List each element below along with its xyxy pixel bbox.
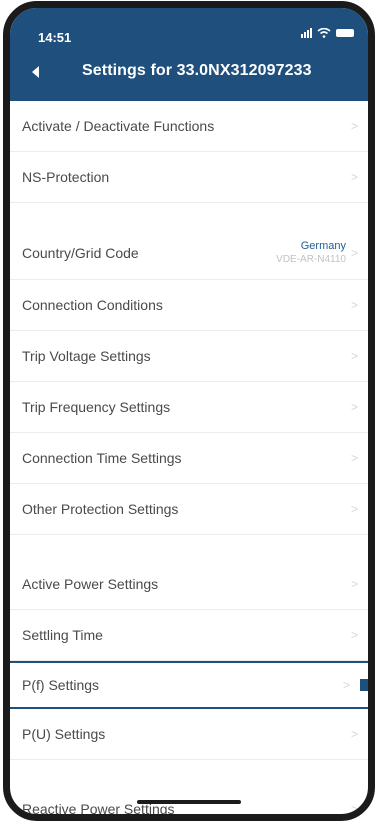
signal-icon — [301, 28, 312, 38]
list-item-pu-settings[interactable]: P(U) Settings > — [10, 709, 368, 760]
chevron-right-icon: > — [350, 246, 358, 260]
home-indicator[interactable] — [137, 800, 241, 804]
settings-list: Activate / Deactivate Functions > NS-Pro… — [10, 101, 368, 816]
list-item-label: NS-Protection — [22, 169, 110, 185]
chevron-right-icon: > — [350, 170, 358, 184]
list-item-label: P(f) Settings — [22, 677, 100, 693]
list-item-label: Activate / Deactivate Functions — [22, 118, 215, 134]
list-item-settling-time[interactable]: Settling Time > — [10, 610, 368, 661]
list-item-trip-voltage-settings[interactable]: Trip Voltage Settings > — [10, 331, 368, 382]
wifi-icon — [317, 28, 331, 38]
list-item-label: Active Power Settings — [22, 576, 159, 592]
chevron-right-icon: > — [350, 502, 358, 516]
list-item-connection-conditions[interactable]: Connection Conditions > — [10, 280, 368, 331]
chevron-right-icon: > — [350, 727, 358, 741]
status-time: 14:51 — [38, 30, 72, 45]
chevron-right-icon: > — [350, 577, 358, 591]
list-item-other-protection-settings[interactable]: Other Protection Settings > — [10, 484, 368, 535]
page-title: Settings for 33.0NX312097233 — [82, 62, 312, 79]
chevron-right-icon: > — [350, 802, 358, 816]
grid-code-subvalue: VDE-AR-N4110 — [276, 254, 346, 265]
list-item-trip-frequency-settings[interactable]: Trip Frequency Settings > — [10, 382, 368, 433]
list-item-label: Settling Time — [22, 627, 103, 643]
selection-marker — [360, 679, 368, 691]
chevron-right-icon: > — [350, 628, 358, 642]
list-item-label: Connection Time Settings — [22, 450, 182, 466]
list-item-activate-deactivate-functions[interactable]: Activate / Deactivate Functions > — [10, 101, 368, 152]
country-value: Germany — [300, 240, 346, 252]
phone-frame: 14:51 Settings for 33.0NX312097233 Activ… — [3, 1, 375, 821]
grid-code-value: Germany VDE-AR-N4110 — [276, 239, 346, 267]
status-icons — [301, 28, 354, 38]
top-bar: 14:51 Settings for 33.0NX312097233 — [10, 8, 368, 101]
chevron-right-icon: > — [350, 451, 358, 465]
list-item-label: Country/Grid Code — [22, 245, 139, 261]
chevron-right-icon: > — [350, 119, 358, 133]
list-item-ns-protection[interactable]: NS-Protection > — [10, 152, 368, 203]
chevron-right-icon: > — [350, 400, 358, 414]
chevron-right-icon: > — [350, 298, 358, 312]
list-item-label: Connection Conditions — [22, 297, 163, 313]
list-item-label: Trip Voltage Settings — [22, 348, 151, 364]
list-item-label: Trip Frequency Settings — [22, 399, 171, 415]
list-item-country-grid-code[interactable]: Country/Grid Code Germany VDE-AR-N4110 > — [10, 227, 368, 280]
back-arrow-icon[interactable] — [32, 66, 39, 78]
chevron-right-icon: > — [350, 349, 358, 363]
chevron-right-icon: > — [342, 678, 350, 692]
list-item-pf-settings[interactable]: P(f) Settings > — [10, 661, 368, 709]
list-item-connection-time-settings[interactable]: Connection Time Settings > — [10, 433, 368, 484]
list-item-label: P(U) Settings — [22, 726, 106, 742]
list-item-label: Other Protection Settings — [22, 501, 179, 517]
list-item-active-power-settings[interactable]: Active Power Settings > — [10, 559, 368, 610]
battery-icon — [336, 29, 354, 37]
